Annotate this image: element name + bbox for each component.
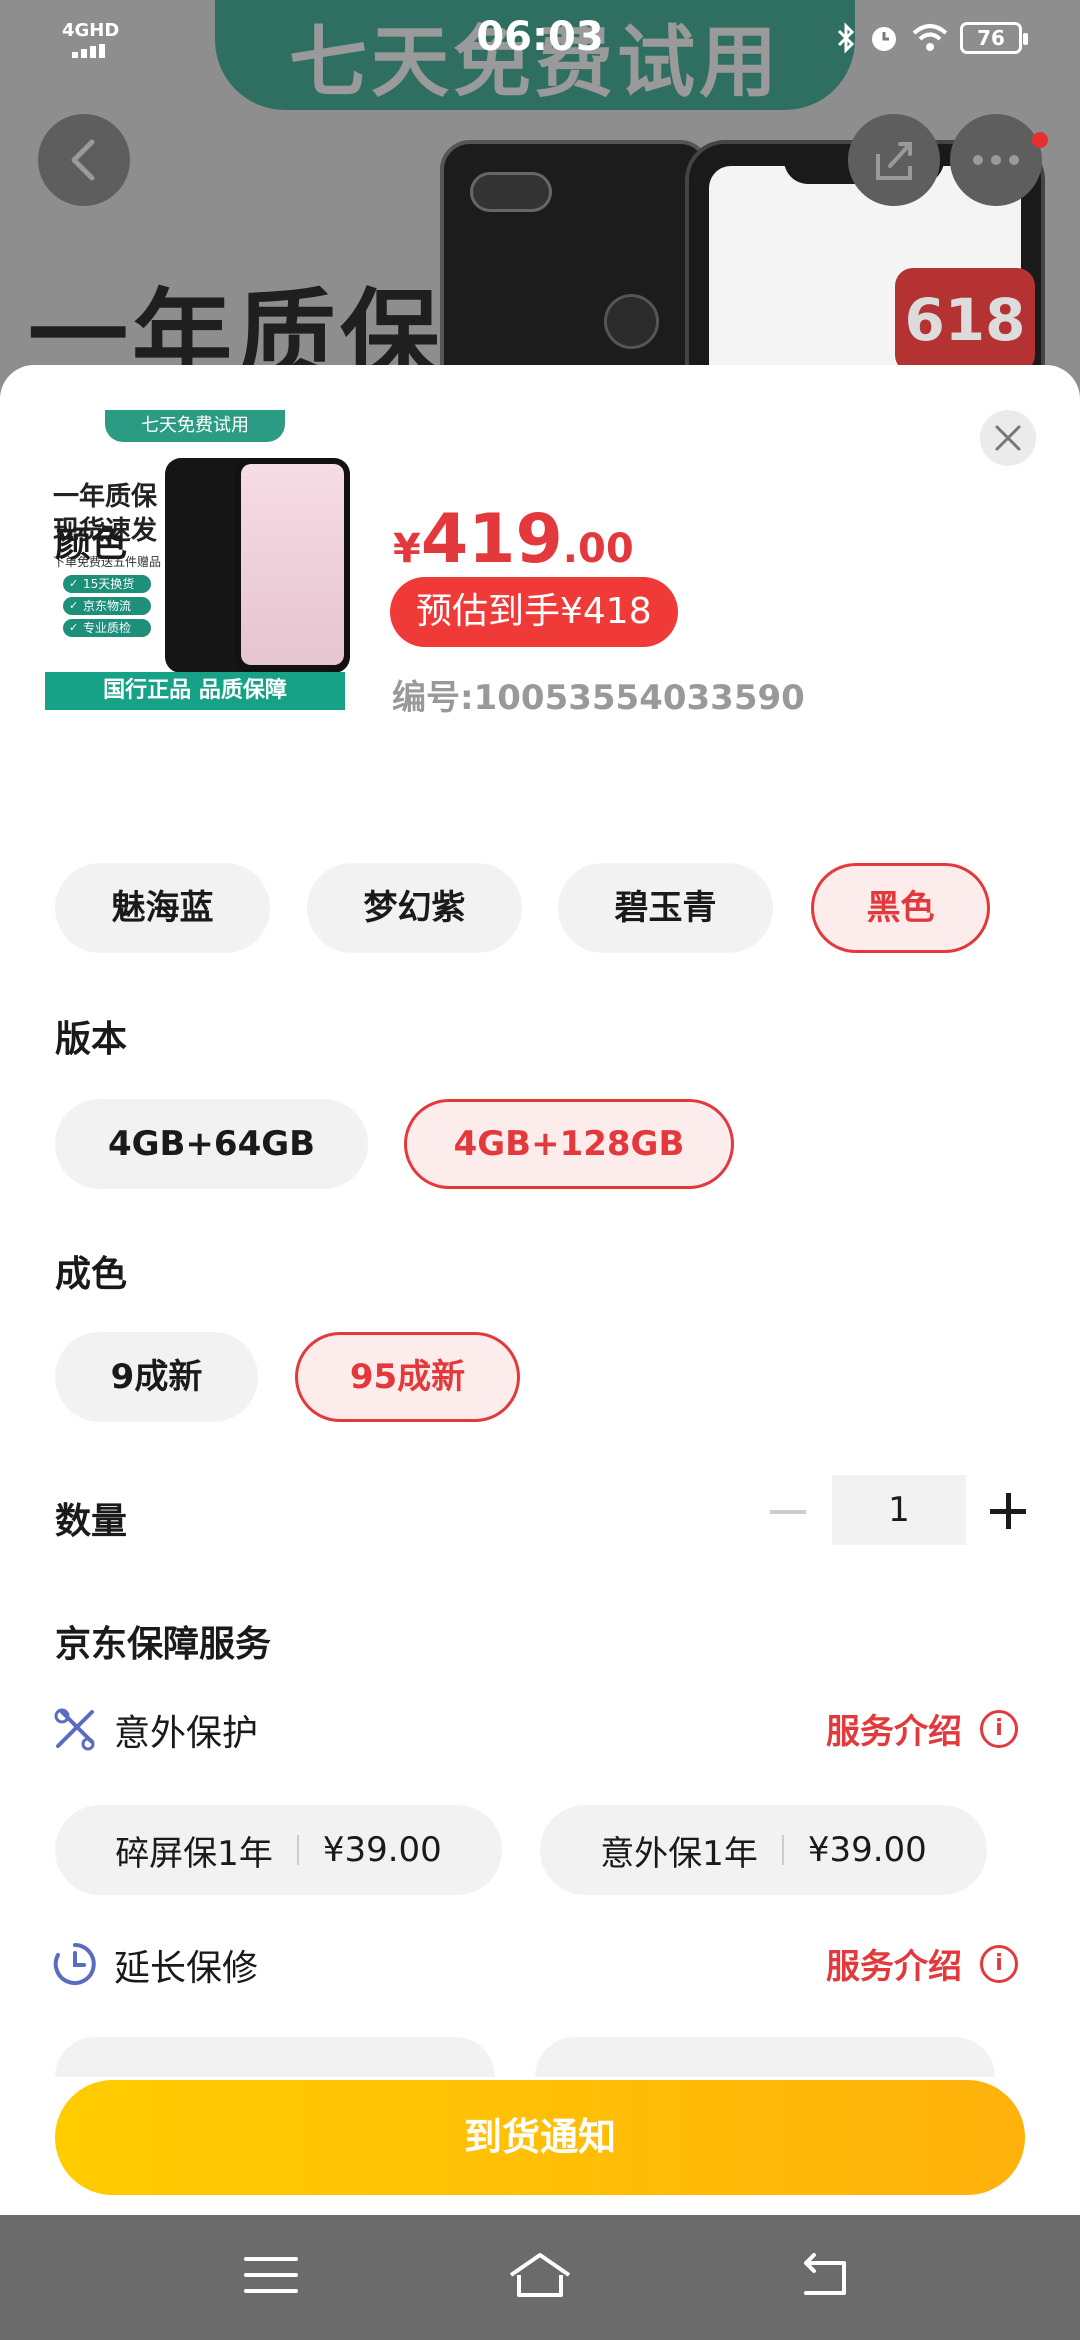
system-navigation-bar <box>0 2215 1080 2340</box>
accident-protection-option[interactable]: 意外保1年 ¥39.00 <box>540 1805 987 1895</box>
status-bar: 4GHD 06:03 76 <box>0 0 1080 80</box>
color-option-green[interactable]: 碧玉青 <box>558 863 773 953</box>
condition-option-90[interactable]: 9成新 <box>55 1332 258 1422</box>
fingerprint-sensor <box>604 294 659 349</box>
color-option-blue[interactable]: 魅海蓝 <box>55 863 270 953</box>
extended-warranty-row: 延长保修 服务介绍 i <box>52 1935 1032 1995</box>
back-icon[interactable] <box>790 2245 860 2305</box>
version-section-title: 版本 <box>55 1019 128 1060</box>
notification-dot <box>1032 132 1048 148</box>
color-option-black[interactable]: 黑色 <box>811 863 990 953</box>
info-icon[interactable]: i <box>980 1710 1018 1748</box>
quantity-increase-button[interactable] <box>990 1493 1026 1529</box>
sku-selector-sheet: 七天免费试用 一年质保 现货速发 下单免费送五件赠品 15天换货 京东物流 专业… <box>0 365 1080 2215</box>
condition-option-95[interactable]: 95成新 <box>295 1332 520 1422</box>
alarm-icon <box>872 27 896 51</box>
quantity-input[interactable]: 1 <box>832 1475 966 1545</box>
thumbnail-chips: 15天换货 京东物流 专业质检 <box>63 575 151 641</box>
tools-icon <box>54 1708 95 1751</box>
accident-protection-label: 意外保护 <box>114 1713 259 1754</box>
close-icon <box>995 425 1021 451</box>
thumbnail-tag: 七天免费试用 <box>105 410 285 442</box>
quantity-decrease-button[interactable] <box>770 1510 806 1514</box>
thumbnail-chip: 专业质检 <box>63 619 151 637</box>
quantity-section-title: 数量 <box>55 1501 128 1542</box>
extended-warranty-option[interactable] <box>55 2037 495 2077</box>
more-button[interactable] <box>950 114 1042 206</box>
bluetooth-icon <box>837 22 855 54</box>
share-button[interactable] <box>848 114 940 206</box>
accident-service-intro-link[interactable]: 服务介绍 <box>826 1704 962 1753</box>
screen-protection-option[interactable]: 碎屏保1年 ¥39.00 <box>55 1805 502 1895</box>
back-arrow-icon <box>71 139 95 181</box>
home-icon[interactable] <box>505 2245 575 2305</box>
estimated-price-badge: 预估到手¥418 <box>390 577 678 647</box>
product-price: ¥419.00 <box>393 500 634 579</box>
thumbnail-footer: 国行正品 品质保障 <box>45 672 345 710</box>
info-icon[interactable]: i <box>980 1945 1018 1983</box>
version-option-64gb[interactable]: 4GB+64GB <box>55 1099 368 1189</box>
phone-front-image <box>235 458 350 673</box>
extended-warranty-option[interactable] <box>535 2037 995 2077</box>
close-button[interactable] <box>980 410 1036 466</box>
color-option-purple[interactable]: 梦幻紫 <box>307 863 522 953</box>
extended-service-intro-link[interactable]: 服务介绍 <box>826 1939 962 1988</box>
wifi-icon <box>912 24 948 51</box>
color-section-title: 颜色 <box>55 524 128 565</box>
clock-icon <box>53 1943 96 1985</box>
arrival-notify-button[interactable]: 到货通知 <box>55 2080 1025 2195</box>
accident-protection-row: 意外保护 服务介绍 i <box>52 1700 1032 1760</box>
version-option-128gb[interactable]: 4GB+128GB <box>404 1099 734 1189</box>
more-icon <box>973 155 1019 165</box>
sku-number: 编号:10053554033590 <box>392 678 805 718</box>
background-618-badge: 618 <box>895 268 1035 373</box>
protection-section-title: 京东保障服务 <box>55 1624 272 1665</box>
extended-warranty-label: 延长保修 <box>114 1948 259 1989</box>
menu-icon[interactable] <box>236 2245 306 2305</box>
condition-section-title: 成色 <box>55 1254 128 1295</box>
back-button[interactable] <box>38 114 130 206</box>
share-icon <box>876 142 912 180</box>
thumbnail-chip: 京东物流 <box>63 597 151 615</box>
camera-icon <box>470 172 552 212</box>
battery-indicator: 76 <box>960 22 1028 54</box>
thumbnail-chip: 15天换货 <box>63 575 151 593</box>
